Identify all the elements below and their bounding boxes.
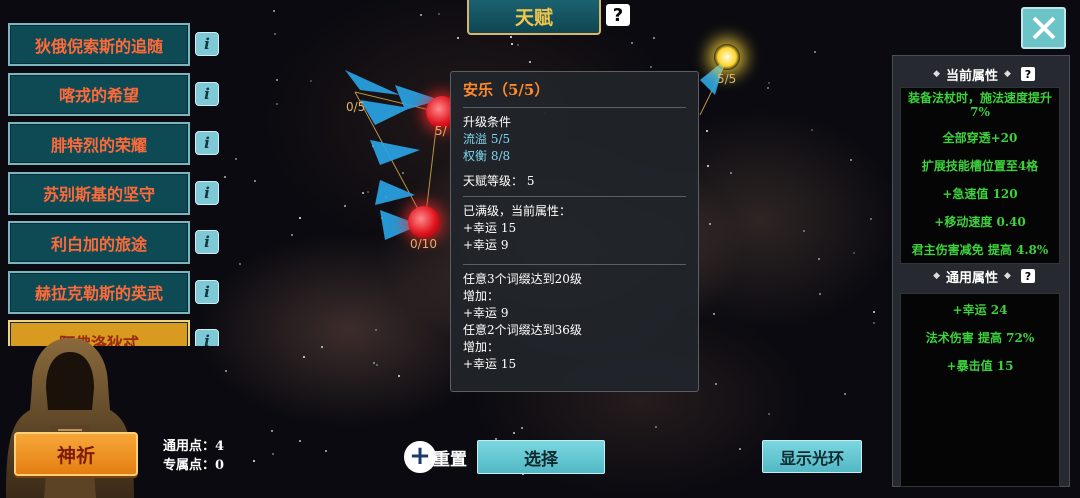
list-item: 狄俄倪索斯的追随 i: [8, 23, 219, 66]
plus-circle-icon: +: [404, 441, 436, 473]
attribute-item: 君主伤害减免 提高 4.8%: [911, 243, 1049, 257]
talent-tooltip: 安乐（5/5） 升级条件 流溢 5/5 权衡 8/8 天赋等级： 5 已满级，当…: [450, 71, 699, 392]
attribute-item: 扩展技能槽位置至4格: [921, 159, 1039, 173]
attributes-panel: ◆ 当前属性 ◆ ? 装备法杖时，施法速度提升7% 全部穿透+20 扩展技能槽位置至…: [892, 55, 1070, 487]
special-points-label: 专属点：: [163, 458, 216, 473]
info-icon[interactable]: i: [195, 32, 219, 56]
info-icon[interactable]: i: [195, 180, 219, 205]
close-button[interactable]: [1021, 7, 1066, 49]
list-item: 苏别斯基的坚守 i: [8, 171, 219, 215]
question-icon[interactable]: ?: [1020, 269, 1035, 283]
talent-level: 天赋等级： 5: [463, 174, 535, 188]
general-attributes-title: 通用属性: [945, 270, 998, 286]
tooltip-title: 安乐（5/5）: [463, 81, 550, 99]
attribute-item: +移动速度 0.40: [934, 215, 1026, 229]
current-attributes-list: 装备法杖时，施法速度提升7% 全部穿透+20 扩展技能槽位置至4格 +急速值 1…: [900, 87, 1060, 264]
general-points-value: 4: [215, 439, 225, 454]
list-item: 喀戎的希望 i: [8, 72, 219, 116]
select-button[interactable]: 选择: [477, 440, 605, 474]
node-label: 0/10: [410, 237, 437, 251]
page-title: 天赋: [467, 0, 601, 35]
current-stat: +幸运 15: [463, 221, 517, 235]
info-icon[interactable]: i: [195, 279, 219, 304]
talent-set-button[interactable]: 赫拉克勒斯的英武: [8, 270, 190, 314]
reset-button[interactable]: + 重置: [404, 440, 467, 474]
node-label: 5/5: [717, 72, 737, 86]
node-label: 5/: [435, 124, 447, 138]
maxed-header: 已满级，当前属性：: [463, 204, 572, 218]
current-attributes-title: 当前属性: [945, 68, 998, 84]
general-attributes-list: +幸运 24 法术伤害 提高 72% +暴击值 15: [900, 293, 1060, 487]
current-stat: +幸运 9: [463, 238, 509, 252]
bonus-add: 增加：: [463, 340, 500, 354]
general-attributes-header: ◆ 通用属性 ◆ ?: [893, 264, 1069, 288]
current-attributes-header: ◆ 当前属性 ◆ ?: [893, 62, 1069, 86]
divider: [463, 107, 686, 108]
list-item: 腓特烈的荣耀 i: [8, 122, 219, 165]
divider: [463, 196, 686, 197]
info-icon[interactable]: i: [195, 329, 219, 346]
info-icon[interactable]: i: [195, 230, 219, 254]
close-x-icon: [1032, 16, 1055, 40]
condition: 流溢 5/5: [463, 132, 511, 146]
show-halo-button[interactable]: 显示光环: [762, 440, 862, 473]
general-points-label: 通用点：: [163, 439, 216, 454]
talent-node[interactable]: [408, 206, 440, 238]
upgrade-header: 升级条件: [463, 115, 512, 129]
condition: 权衡 8/8: [463, 149, 511, 163]
talent-set-button[interactable]: 喀戎的希望: [8, 72, 190, 116]
talent-set-button[interactable]: 苏别斯基的坚守: [8, 171, 190, 215]
question-icon[interactable]: ?: [1020, 67, 1035, 81]
info-icon[interactable]: i: [195, 131, 219, 155]
talent-set-list: 狄俄倪索斯的追随 i 喀戎的希望 i 腓特烈的荣耀 i 苏别斯基的坚守 i 利白…: [8, 23, 219, 320]
attribute-item: +幸运 24: [952, 303, 1008, 317]
list-item: 赫拉克勒斯的英武 i: [8, 270, 219, 314]
talent-set-button[interactable]: 腓特烈的荣耀: [8, 122, 190, 165]
attribute-item: 全部穿透+20: [942, 131, 1018, 145]
bonus-header: 任意3个词缀达到20级: [463, 272, 582, 286]
info-icon[interactable]: i: [195, 81, 219, 106]
attribute-item: +急速值 120: [942, 187, 1018, 201]
bonus-header: 任意2个词缀达到36级: [463, 323, 582, 337]
question-icon[interactable]: ?: [606, 4, 630, 26]
attribute-item: 法术伤害 提高 72%: [925, 331, 1035, 345]
bonus-add: 增加：: [463, 289, 500, 303]
talent-node-gold[interactable]: [714, 44, 740, 70]
pray-button[interactable]: 神祈: [14, 432, 138, 476]
attribute-item: 装备法杖时，施法速度提升7%: [907, 91, 1052, 119]
divider: [463, 264, 686, 265]
node-label: 0/5: [346, 100, 366, 114]
bonus-value: +幸运 9: [463, 306, 509, 320]
reset-label: 重置: [433, 449, 467, 470]
attribute-item: +暴击值 15: [946, 359, 1014, 373]
points-summary: 通用点：4 专属点：0: [163, 437, 224, 475]
talent-set-button[interactable]: 利白加的旅途: [8, 221, 190, 264]
special-points-value: 0: [215, 458, 225, 473]
talent-set-button[interactable]: 狄俄倪索斯的追随: [8, 23, 190, 66]
bonus-value: +幸运 15: [463, 357, 517, 371]
list-item: 利白加的旅途 i: [8, 221, 219, 264]
